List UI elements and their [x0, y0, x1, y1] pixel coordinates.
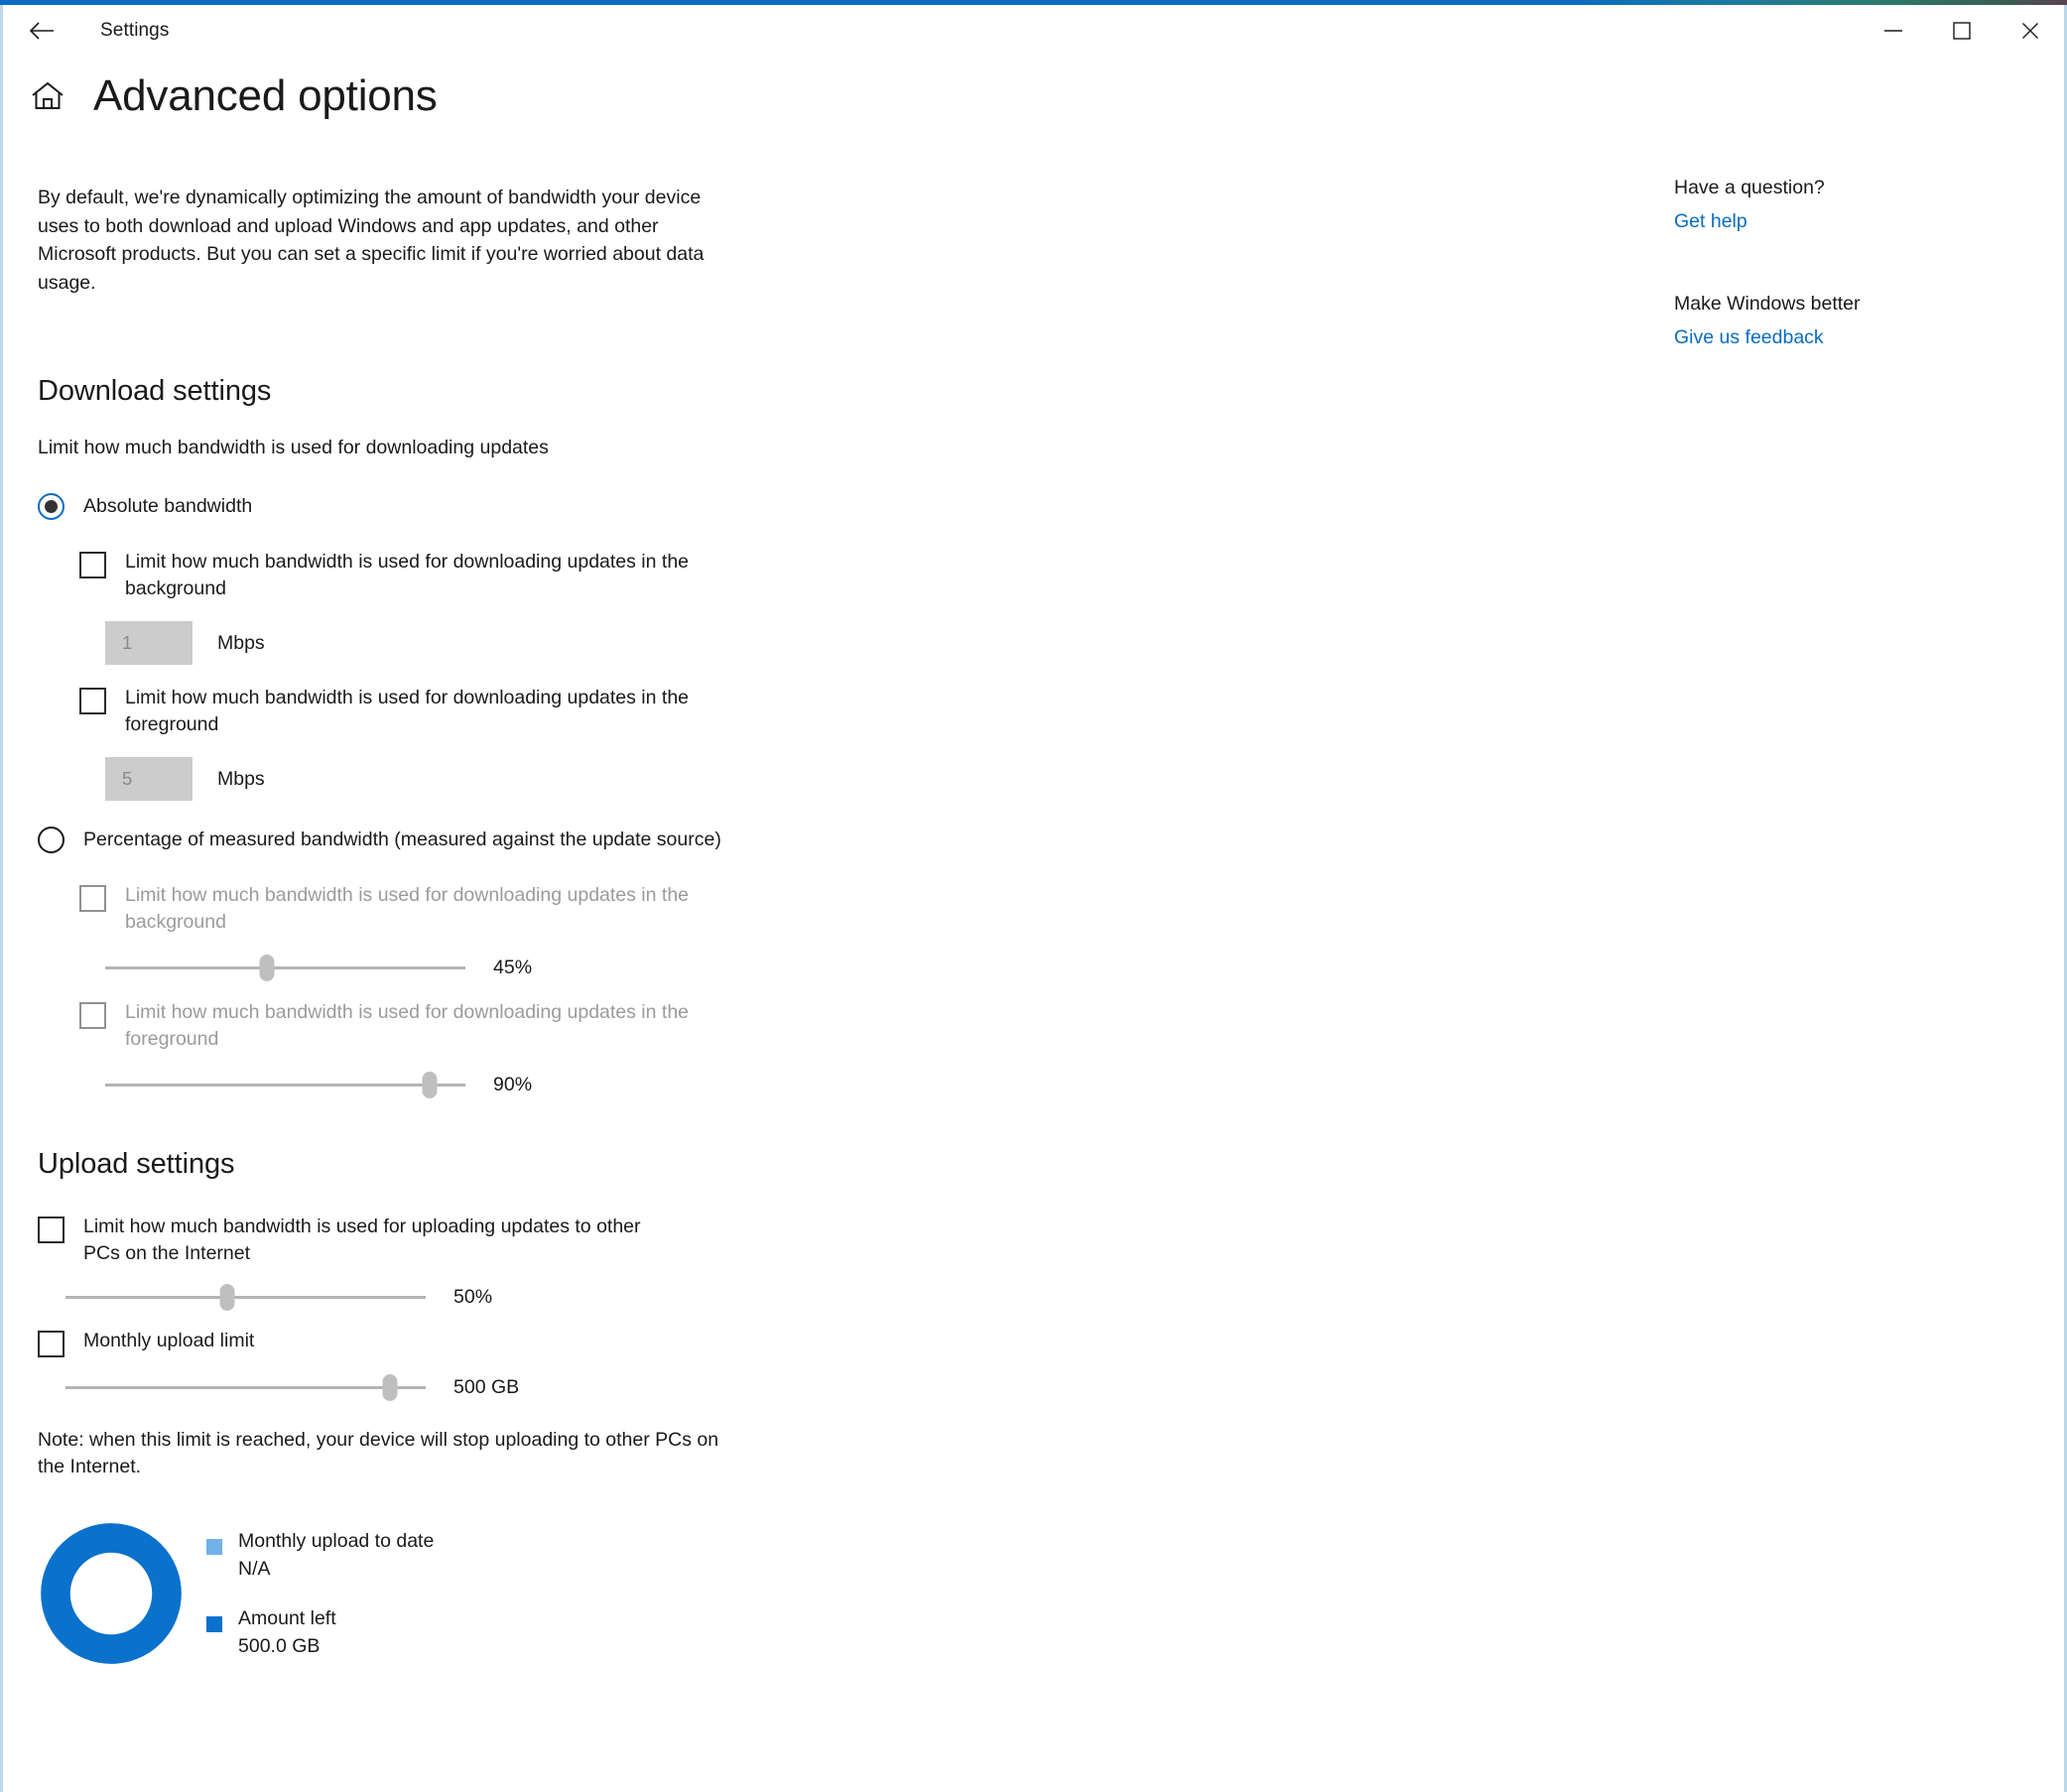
checkbox-upload-bandwidth[interactable]: Limit how much bandwidth is used for upl… — [38, 1214, 851, 1267]
checkbox-percentage-foreground[interactable]: Limit how much bandwidth is used for dow… — [79, 999, 851, 1053]
slider-upload-bandwidth-value: 50% — [453, 1285, 493, 1308]
have-a-question-heading: Have a question? — [1674, 177, 1825, 198]
checkbox-upload-bandwidth-box — [38, 1216, 65, 1243]
legend-value-amount-left: 500.0 GB — [238, 1635, 321, 1657]
absolute-foreground-input-row: 5 Mbps — [105, 757, 851, 801]
legend-label-amount-left: Amount left — [238, 1607, 336, 1629]
title-bar: Settings — [3, 5, 2064, 57]
rail-spacer — [1674, 233, 2011, 293]
checkbox-percentage-foreground-label: Limit how much bandwidth is used for dow… — [125, 1001, 690, 1050]
radio-absolute-label: Absolute bandwidth — [83, 495, 253, 517]
checkbox-absolute-foreground-label: Limit how much bandwidth is used for dow… — [125, 687, 690, 735]
checkbox-percentage-foreground-box — [79, 1002, 106, 1029]
radio-absolute-indicator — [38, 493, 65, 520]
slider-monthly-upload-limit-value: 500 GB — [453, 1375, 520, 1398]
upload-limit-note: Note: when this limit is reached, your d… — [38, 1429, 719, 1477]
donut-segment-amount-left — [41, 1523, 182, 1664]
page-header: Advanced options — [28, 71, 438, 121]
checkbox-monthly-upload-limit[interactable]: Monthly upload limit — [38, 1328, 851, 1357]
chart-legend: Monthly upload to date N/A Amount left 5… — [206, 1527, 434, 1660]
slider-percentage-foreground-value: 90% — [493, 1073, 533, 1095]
legend-item-monthly-upload-to-date: Monthly upload to date N/A — [206, 1527, 434, 1583]
legend-value-monthly-upload-to-date: N/A — [238, 1558, 271, 1580]
window-left-border — [0, 5, 3, 1792]
minimize-button[interactable] — [1859, 5, 1927, 57]
home-icon[interactable] — [28, 74, 67, 118]
back-arrow-icon — [29, 21, 55, 41]
checkbox-percentage-background[interactable]: Limit how much bandwidth is used for dow… — [79, 882, 851, 936]
checkbox-absolute-background-box — [79, 552, 106, 578]
slider-monthly-upload-limit-thumb[interactable] — [382, 1374, 398, 1401]
slider-percentage-foreground[interactable] — [105, 1067, 465, 1102]
slider-percentage-foreground-track — [105, 1084, 465, 1087]
checkbox-monthly-upload-limit-box — [38, 1331, 65, 1357]
legend-swatch-amount-left — [206, 1616, 222, 1632]
monthly-upload-chart: Monthly upload to date N/A Amount left 5… — [38, 1520, 851, 1667]
get-help-link[interactable]: Get help — [1674, 210, 1747, 233]
absolute-background-input-row: 1 Mbps — [105, 621, 851, 665]
upload-settings-heading: Upload settings — [38, 1148, 235, 1180]
back-button[interactable] — [11, 5, 72, 57]
maximize-button[interactable] — [1927, 5, 1996, 57]
absolute-foreground-unit-label: Mbps — [217, 767, 265, 790]
checkbox-absolute-foreground[interactable]: Limit how much bandwidth is used for dow… — [79, 685, 851, 738]
slider-percentage-background-thumb[interactable] — [259, 955, 275, 981]
app-title: Settings — [100, 20, 170, 41]
checkbox-absolute-background-label: Limit how much bandwidth is used for dow… — [125, 551, 690, 599]
legend-label-monthly-upload-to-date: Monthly upload to date — [238, 1530, 435, 1552]
checkbox-absolute-foreground-box — [79, 688, 106, 714]
radio-percentage-bandwidth[interactable]: Percentage of measured bandwidth (measur… — [38, 825, 851, 854]
slider-percentage-foreground-thumb[interactable] — [422, 1072, 438, 1098]
right-rail: Have a question? Get help Make Windows b… — [1674, 177, 2011, 349]
radio-absolute-bandwidth[interactable]: Absolute bandwidth — [38, 491, 851, 521]
checkbox-absolute-background[interactable]: Limit how much bandwidth is used for dow… — [79, 549, 851, 602]
slider-row-percentage-background: 45% — [105, 950, 851, 985]
download-settings-subtitle: Limit how much bandwidth is used for dow… — [38, 437, 549, 458]
settings-window: Settings Advanced options By default, we — [0, 0, 2067, 1792]
absolute-foreground-mbps-input[interactable]: 5 — [105, 757, 193, 801]
checkbox-percentage-background-label: Limit how much bandwidth is used for dow… — [125, 884, 690, 933]
intro-description: By default, we're dynamically optimizing… — [38, 187, 705, 294]
slider-upload-bandwidth-thumb[interactable] — [219, 1284, 235, 1311]
slider-row-monthly-upload-limit: 500 GB — [65, 1369, 851, 1405]
checkbox-upload-bandwidth-label: Limit how much bandwidth is used for upl… — [83, 1216, 641, 1264]
main-content: By default, we're dynamically optimizing… — [38, 184, 851, 1667]
absolute-background-mbps-input[interactable]: 1 — [105, 621, 193, 665]
donut-chart — [41, 1523, 182, 1664]
slider-percentage-background-value: 45% — [493, 956, 533, 978]
slider-monthly-upload-limit-track — [65, 1386, 426, 1389]
checkbox-percentage-background-box — [79, 885, 106, 912]
checkbox-monthly-upload-limit-label: Monthly upload limit — [83, 1330, 255, 1351]
window-controls — [1859, 5, 2064, 57]
give-us-feedback-link[interactable]: Give us feedback — [1674, 326, 1824, 349]
slider-row-percentage-foreground: 90% — [105, 1067, 851, 1102]
radio-percentage-label: Percentage of measured bandwidth (measur… — [83, 829, 721, 850]
radio-absolute-dot — [45, 500, 58, 513]
make-windows-better-heading: Make Windows better — [1674, 293, 1861, 315]
legend-swatch-monthly-upload-to-date — [206, 1539, 222, 1555]
slider-percentage-background[interactable] — [105, 950, 465, 985]
absolute-background-unit-label: Mbps — [217, 631, 265, 654]
download-settings-heading: Download settings — [38, 375, 272, 407]
slider-upload-bandwidth-track — [65, 1296, 426, 1299]
legend-item-amount-left: Amount left 500.0 GB — [206, 1604, 434, 1660]
slider-upload-bandwidth[interactable] — [65, 1279, 426, 1315]
radio-percentage-indicator — [38, 827, 65, 853]
close-button[interactable] — [1996, 5, 2064, 57]
slider-monthly-upload-limit[interactable] — [65, 1369, 426, 1405]
slider-percentage-background-track — [105, 966, 465, 969]
slider-row-upload-bandwidth: 50% — [65, 1279, 851, 1315]
page-title: Advanced options — [93, 71, 438, 120]
